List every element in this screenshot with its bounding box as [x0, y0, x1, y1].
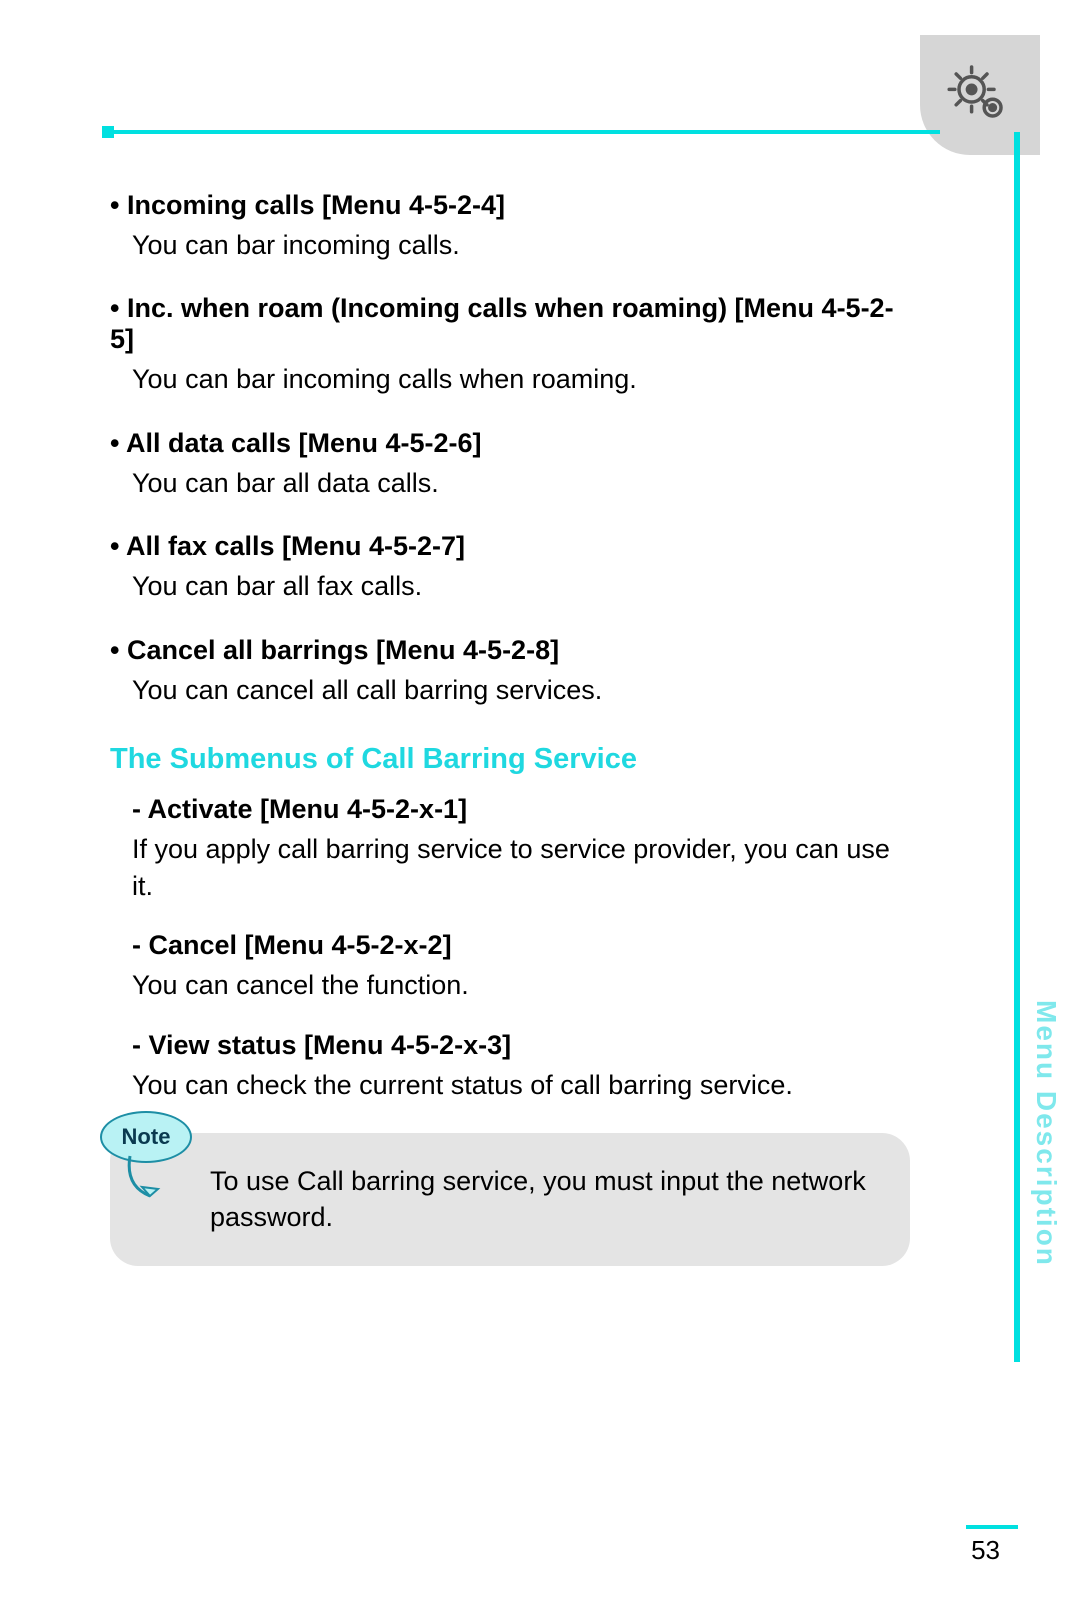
item-desc: You can bar all fax calls. — [132, 568, 910, 604]
subitem-title: - View status [Menu 4-5-2-x-3] — [132, 1030, 910, 1061]
header-rule — [110, 130, 940, 134]
gear-icon — [920, 35, 1040, 155]
submenu-item: - Activate [Menu 4-5-2-x-1] If you apply… — [132, 794, 910, 904]
item-title: Incoming calls [Menu 4-5-2-4] — [110, 190, 910, 221]
menu-item: All data calls [Menu 4-5-2-6] You can ba… — [110, 428, 910, 501]
item-desc: You can bar incoming calls. — [132, 227, 910, 263]
submenu-item: - View status [Menu 4-5-2-x-3] You can c… — [132, 1030, 910, 1103]
menu-item: Incoming calls [Menu 4-5-2-4] You can ba… — [110, 190, 910, 263]
manual-page: Incoming calls [Menu 4-5-2-4] You can ba… — [0, 0, 1080, 1621]
section-subhead: The Submenus of Call Barring Service — [110, 743, 910, 776]
note-text: To use Call barring service, you must in… — [210, 1166, 866, 1232]
menu-item: Cancel all barrings [Menu 4-5-2-8] You c… — [110, 635, 910, 708]
section-tab-label: Menu Description — [1030, 1000, 1062, 1267]
menu-item: Inc. when roam (Incoming calls when roam… — [110, 293, 910, 397]
item-desc: You can cancel all call barring services… — [132, 672, 910, 708]
item-desc: You can bar all data calls. — [132, 465, 910, 501]
subitem-title: - Activate [Menu 4-5-2-x-1] — [132, 794, 910, 825]
item-desc: You can bar incoming calls when roaming. — [132, 361, 910, 397]
side-rule — [1014, 132, 1020, 1362]
page-number: 53 — [971, 1535, 1000, 1566]
menu-item: All fax calls [Menu 4-5-2-7] You can bar… — [110, 531, 910, 604]
item-title: Cancel all barrings [Menu 4-5-2-8] — [110, 635, 910, 666]
subitem-desc: You can cancel the function. — [132, 967, 910, 1003]
subitem-desc: If you apply call barring service to ser… — [132, 831, 910, 904]
subitem-title: - Cancel [Menu 4-5-2-x-2] — [132, 930, 910, 961]
item-title: All data calls [Menu 4-5-2-6] — [110, 428, 910, 459]
content-area: Incoming calls [Menu 4-5-2-4] You can ba… — [110, 190, 910, 1266]
page-number-rule — [966, 1525, 1018, 1529]
submenu-item: - Cancel [Menu 4-5-2-x-2] You can cancel… — [132, 930, 910, 1003]
item-title: Inc. when roam (Incoming calls when roam… — [110, 293, 910, 355]
item-title: All fax calls [Menu 4-5-2-7] — [110, 531, 910, 562]
note-box: Note To use Call barring service, you mu… — [110, 1133, 910, 1266]
note-label: Note — [122, 1122, 171, 1152]
subitem-desc: You can check the current status of call… — [132, 1067, 910, 1103]
note-bubble-icon: Note — [100, 1111, 192, 1163]
